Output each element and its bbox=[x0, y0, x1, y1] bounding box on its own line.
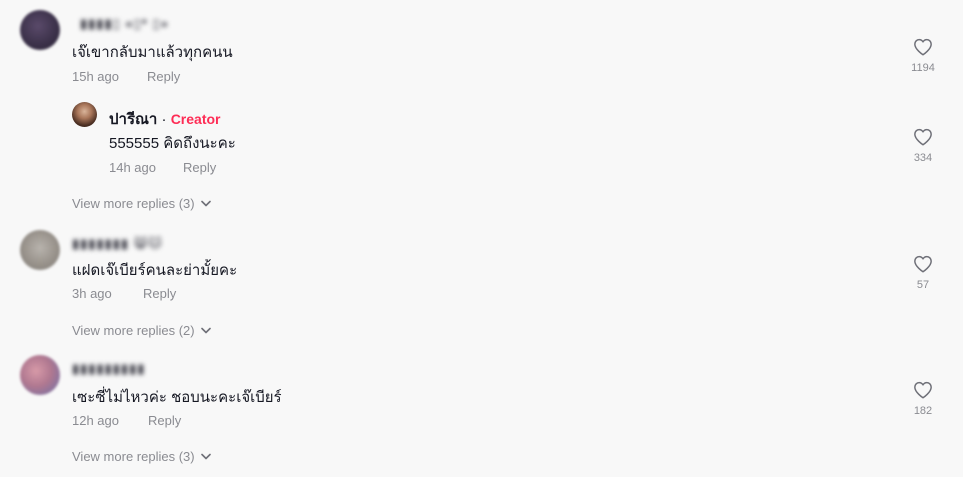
heart-outline-icon bbox=[914, 255, 932, 273]
creator-avatar[interactable] bbox=[72, 102, 97, 127]
comment-username[interactable]: ▮▮▮▮▮▮▮ 😸🐱 bbox=[72, 236, 163, 252]
like-count: 1194 bbox=[911, 62, 935, 74]
reply-item: ปารีณา · Creator 555555 คิดถึงนะคะ 14h a… bbox=[0, 95, 963, 220]
chevron-down-icon bbox=[200, 327, 211, 334]
creator-name: ปารีณา bbox=[109, 111, 158, 128]
heart-outline-icon bbox=[914, 128, 932, 146]
chevron-down-icon bbox=[200, 453, 211, 460]
comment-item: ▮▮▮▮▮▮▮ 😸🐱 แฝดเจ๊เบียร์คนละย่ามั้ยคะ 3h … bbox=[0, 220, 963, 345]
comment-timestamp: 15h ago bbox=[72, 69, 119, 84]
like-button[interactable]: 1194 bbox=[903, 38, 943, 74]
heart-outline-icon bbox=[914, 381, 932, 399]
like-button[interactable]: 57 bbox=[903, 255, 943, 291]
avatar[interactable] bbox=[20, 10, 60, 50]
comment-item: ▮▮▮▮▯ «▯* ▯» เจ๊เขากลับมาแล้วทุกคนน 15h … bbox=[0, 0, 963, 95]
view-more-replies[interactable]: View more replies (3) bbox=[72, 196, 211, 211]
comment-timestamp: 14h ago bbox=[109, 160, 156, 175]
comment-text: 555555 คิดถึงนะคะ bbox=[109, 135, 236, 152]
like-button[interactable]: 182 bbox=[903, 381, 943, 417]
view-more-replies[interactable]: View more replies (3) bbox=[72, 449, 211, 464]
like-count: 57 bbox=[916, 279, 930, 291]
view-more-label: View more replies (2) bbox=[72, 323, 195, 338]
like-count: 182 bbox=[913, 405, 933, 417]
reply-button[interactable]: Reply bbox=[148, 413, 181, 428]
avatar[interactable] bbox=[20, 355, 60, 395]
heart-outline-icon bbox=[914, 38, 932, 56]
comment-text: แฝดเจ๊เบียร์คนละย่ามั้ยคะ bbox=[72, 262, 238, 279]
separator-dot: · bbox=[161, 111, 167, 128]
comment-text: เจ๊เขากลับมาแล้วทุกคนน bbox=[72, 44, 233, 61]
view-more-replies[interactable]: View more replies (2) bbox=[72, 323, 211, 338]
comment-timestamp: 12h ago bbox=[72, 413, 119, 428]
view-more-label: View more replies (3) bbox=[72, 449, 195, 464]
comments-panel: ▮▮▮▮▯ «▯* ▯» เจ๊เขากลับมาแล้วทุกคนน 15h … bbox=[0, 0, 963, 477]
chevron-down-icon bbox=[200, 200, 211, 207]
comment-username[interactable]: ▮▮▮▮▯ «▯* ▯» bbox=[80, 16, 169, 32]
creator-username[interactable]: ปารีณา · Creator bbox=[109, 107, 220, 131]
like-button[interactable]: 334 bbox=[903, 128, 943, 164]
reply-button[interactable]: Reply bbox=[183, 160, 216, 175]
view-more-label: View more replies (3) bbox=[72, 196, 195, 211]
like-count: 334 bbox=[913, 152, 933, 164]
avatar[interactable] bbox=[20, 230, 60, 270]
comment-username[interactable]: ▮▮▮▮▮▮▮▮▮ bbox=[72, 361, 145, 377]
comment-item: ▮▮▮▮▮▮▮▮▮ เซะซี่ไม่ไหวค่ะ ชอบนะคะเจ๊เบีย… bbox=[0, 345, 963, 477]
comment-text: เซะซี่ไม่ไหวค่ะ ชอบนะคะเจ๊เบียร์ bbox=[72, 389, 282, 406]
reply-button[interactable]: Reply bbox=[147, 69, 180, 84]
reply-button[interactable]: Reply bbox=[143, 286, 176, 301]
creator-badge: Creator bbox=[170, 111, 221, 127]
comment-timestamp: 3h ago bbox=[72, 286, 112, 301]
